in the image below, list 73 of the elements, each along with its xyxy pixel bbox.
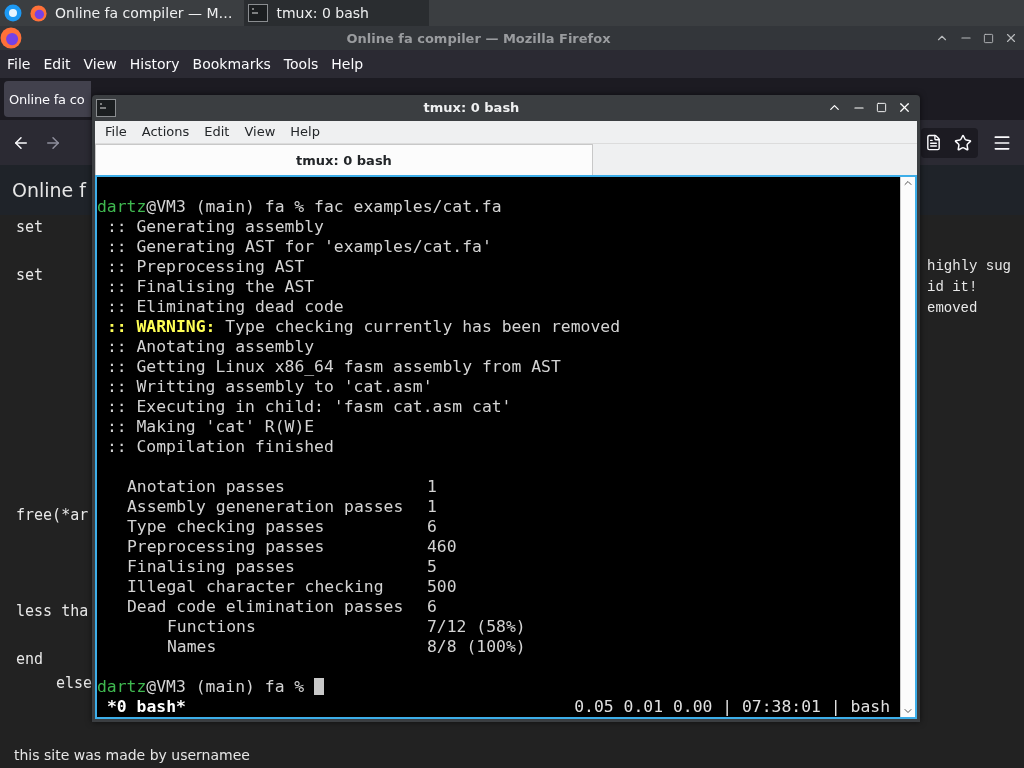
output-line: emoved [927, 299, 979, 318]
firefox-logo-icon [30, 4, 47, 22]
app-launcher-icon[interactable] [4, 4, 22, 22]
menu-item[interactable]: Help [331, 56, 364, 72]
menu-item[interactable]: Bookmarks [192, 56, 271, 72]
stat-label: Dead code elimination passes [127, 597, 405, 617]
stat-label: Type checking passes [127, 517, 326, 537]
menu-item[interactable]: File [7, 56, 31, 72]
browser-tab[interactable]: Online fa co [4, 81, 91, 117]
close-icon[interactable] [1004, 31, 1018, 45]
log-line: :: Making 'cat' R(W)E [105, 417, 316, 437]
code-line: free(*ar [16, 505, 90, 526]
log-line: :: Executing in child: 'fasm cat.asm cat' [105, 397, 513, 417]
log-line: :: Generating AST for 'examples/cat.fa' [105, 237, 493, 257]
menu-item[interactable]: Edit [43, 56, 71, 72]
menu-item[interactable]: View [244, 124, 276, 140]
menu-item[interactable]: Help [290, 124, 320, 140]
page-heading: Online f [12, 179, 86, 201]
reader-view-icon[interactable] [925, 134, 942, 151]
code-line: end [16, 649, 45, 670]
menu-item[interactable]: History [129, 56, 180, 72]
tmux-window-label: *0 bash* [107, 697, 186, 717]
stat-value: 7/12 (58%) [427, 617, 526, 637]
log-line: :: Compilation finished [105, 437, 335, 457]
log-line: :: Generating assembly [105, 217, 325, 237]
taskbar-item[interactable]: tmux: 0 bash [244, 0, 430, 26]
stat-value: 1 [427, 497, 437, 517]
footer-text: this site was made by usernamee [13, 747, 251, 765]
stat-label: Names [167, 637, 218, 657]
terminal-icon [248, 4, 269, 22]
taskbar-item[interactable]: Online fa compiler — M… [26, 0, 241, 26]
shell-prompt: dartz@VM3 (main) fa % [97, 677, 900, 697]
stat-value: 460 [427, 537, 457, 557]
menu-item[interactable]: File [105, 124, 127, 140]
menu-item[interactable]: Actions [141, 124, 190, 140]
log-line: :: Writting assembly to 'cat.asm' [105, 377, 434, 397]
menu-item[interactable]: Edit [204, 124, 230, 140]
command-line: dartz@VM3 (main) fa % fac examples/cat.fa [97, 197, 503, 217]
log-line: :: Anotating assembly [105, 337, 316, 357]
firefox-logo-icon [0, 27, 22, 49]
text-cursor [314, 678, 325, 695]
stat-value: 500 [427, 577, 457, 597]
bookmark-star-icon[interactable] [954, 133, 972, 152]
stat-value: 8/8 (100%) [427, 637, 526, 657]
stat-value: 6 [427, 597, 437, 617]
window-title: Online fa compiler — Mozilla Firefox [345, 30, 612, 46]
stat-label: Illegal character checking [127, 577, 385, 597]
stat-value: 1 [427, 477, 437, 497]
window-title: tmux: 0 bash [422, 100, 521, 116]
menu-item[interactable]: View [83, 56, 117, 72]
code-line: else [55, 673, 93, 694]
stat-value: 5 [427, 557, 437, 577]
code-line: less tha [16, 601, 90, 622]
stat-value: 6 [427, 517, 437, 537]
log-line: :: Eliminating dead code [105, 297, 345, 317]
stat-label: Preprocessing passes [127, 537, 326, 557]
code-line: set [16, 217, 45, 238]
menu-item[interactable]: Tools [283, 56, 319, 72]
output-line: id it! [927, 278, 979, 297]
maximize-icon[interactable] [983, 32, 994, 44]
stat-label: Finalising passes [127, 557, 296, 577]
log-line: :: Getting Linux x86_64 fasm assembly from AST [105, 357, 562, 377]
terminal-tab[interactable]: tmux: 0 bash [95, 144, 593, 175]
stat-label: Assembly geneneration passes [127, 497, 405, 517]
log-line: :: Preprocessing AST [105, 257, 306, 277]
output-line: highly sug [927, 257, 1012, 276]
code-line: set [16, 265, 45, 286]
stat-label: Anotation passes [127, 477, 286, 497]
terminal-icon [96, 98, 116, 117]
warning-line: :: WARNING: Type checking currently has been removed [105, 317, 622, 337]
log-line: :: Finalising the AST [105, 277, 316, 297]
stat-label: Functions [167, 617, 257, 637]
tmux-status-info: 0.05 0.01 0.00 | 07:38:01 | bash [574, 697, 890, 717]
